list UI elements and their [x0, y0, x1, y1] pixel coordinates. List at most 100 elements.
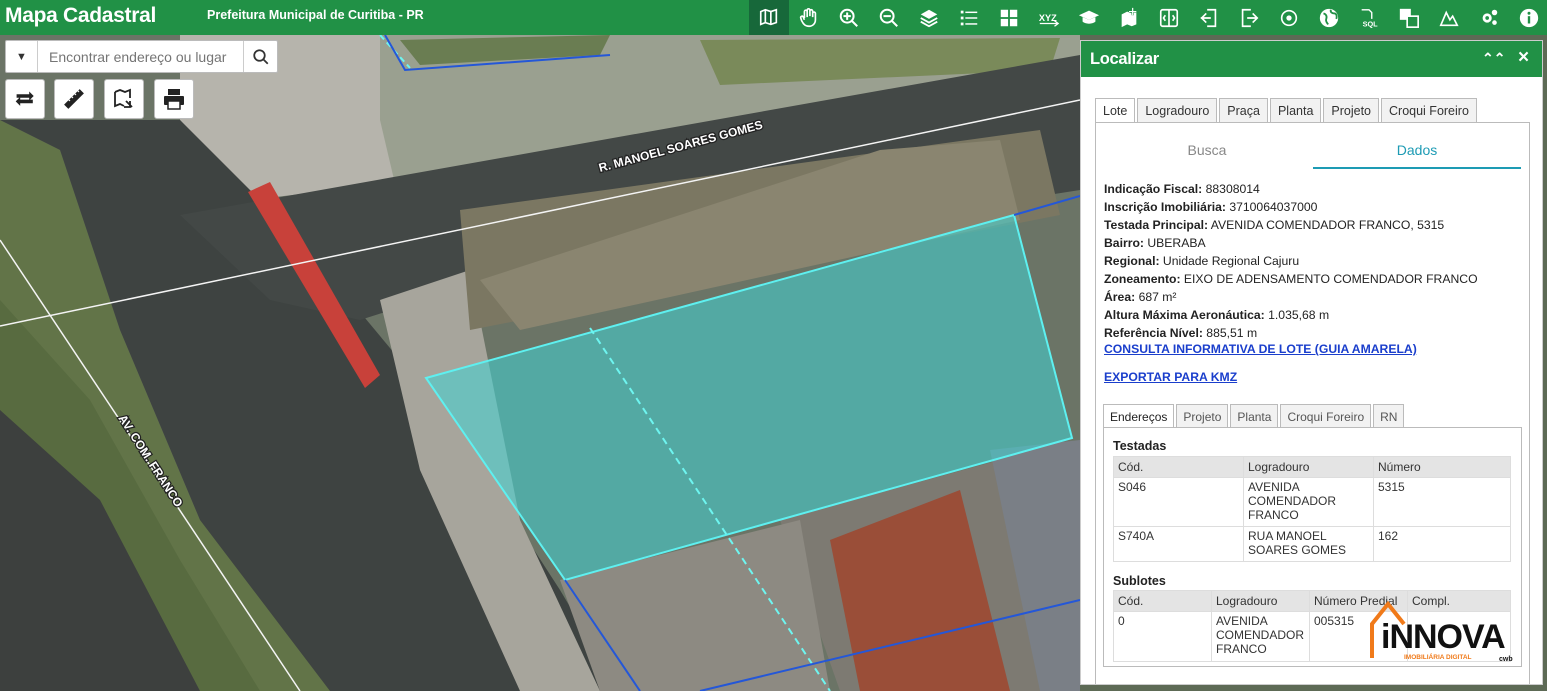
panel-header: Localizar ⌃⌃ × — [1081, 41, 1542, 77]
field-value: 1.035,68 m — [1268, 308, 1330, 322]
draw-button[interactable] — [104, 79, 144, 119]
tab-inner-planta[interactable]: Planta — [1230, 404, 1279, 427]
column-header: Cód. — [1113, 590, 1212, 612]
zoom-out-icon[interactable] — [869, 0, 909, 35]
table-cell: 0 — [1113, 611, 1212, 662]
logo-brand: iNNOVA — [1381, 618, 1505, 656]
field-value: AVENIDA COMENDADOR FRANCO, 5315 — [1210, 218, 1445, 232]
tab-enderecos[interactable]: Endereços — [1103, 404, 1175, 427]
close-icon[interactable]: × — [1518, 47, 1529, 69]
field-row: Referência Nível: 885,51 m — [1104, 324, 1478, 342]
innova-logo: iNNOVA IMOBILIÁRIA DIGITAL cwb — [1370, 600, 1513, 663]
field-value: 687 m² — [1138, 290, 1177, 304]
subtab-busca[interactable]: Busca — [1103, 130, 1311, 169]
search-icon — [252, 48, 268, 64]
search-dropdown-button[interactable]: ▼ — [6, 41, 38, 72]
field-row: Bairro: UBERABA — [1104, 234, 1478, 252]
measure-area-icon[interactable] — [1429, 0, 1469, 35]
search-input[interactable] — [38, 42, 243, 71]
compare-icon[interactable] — [1389, 0, 1429, 35]
field-value: 885,51 m — [1206, 326, 1258, 340]
field-row: Inscrição Imobiliária: 3710064037000 — [1104, 198, 1478, 216]
tab-rn[interactable]: RN — [1373, 404, 1405, 427]
export-kmz-link[interactable]: EXPORTAR PARA KMZ — [1104, 370, 1237, 384]
tab-praca[interactable]: Praça — [1219, 98, 1268, 122]
print-icon — [164, 89, 184, 110]
field-value: Unidade Regional Cajuru — [1162, 254, 1300, 268]
aerial-map[interactable]: R. MANOEL SOARES GOMES AV. COM. FRANCO — [0, 35, 1080, 691]
add-layer-icon[interactable] — [1109, 0, 1149, 35]
table-row[interactable]: S740A RUA MANOEL SOARES GOMES 162 — [1113, 526, 1511, 562]
split-view-icon[interactable] — [1149, 0, 1189, 35]
info-icon[interactable] — [1509, 0, 1547, 35]
field-row: Área: 687 m² — [1104, 288, 1478, 306]
main-toolbar: XYZ SQL — [749, 0, 1547, 35]
column-header: Logradouro — [1211, 590, 1310, 612]
table-cell: S046 — [1113, 477, 1244, 527]
legend-list-icon[interactable] — [949, 0, 989, 35]
xyz-icon[interactable]: XYZ — [1029, 0, 1069, 35]
field-label: Bairro: — [1104, 236, 1144, 250]
grid-icon[interactable] — [989, 0, 1029, 35]
import-icon[interactable] — [1189, 0, 1229, 35]
ruler-button[interactable] — [54, 79, 94, 119]
field-row: Regional: Unidade Regional Cajuru — [1104, 252, 1478, 270]
tab-croqui-foreiro[interactable]: Croqui Foreiro — [1381, 98, 1477, 122]
tab-logradouro[interactable]: Logradouro — [1137, 98, 1218, 122]
table-header-row: Cód. Logradouro Número — [1113, 456, 1511, 478]
field-value: EIXO DE ADENSAMENTO COMENDADOR FRANCO — [1183, 272, 1478, 286]
tab-projeto[interactable]: Projeto — [1323, 98, 1380, 122]
caret-down-icon: ▼ — [16, 50, 27, 63]
sql-icon[interactable]: SQL — [1349, 0, 1389, 35]
field-row: Testada Principal: AVENIDA COMENDADOR FR… — [1104, 216, 1478, 234]
search-box: ▼ — [5, 40, 278, 73]
info-map-icon[interactable] — [749, 0, 789, 35]
pan-icon[interactable] — [789, 0, 829, 35]
globe-icon[interactable] — [1309, 0, 1349, 35]
localizar-panel: Localizar ⌃⌃ × Lote Logradouro Praça Pla… — [1080, 40, 1543, 685]
print-button[interactable] — [154, 79, 194, 119]
table-row[interactable]: S046 AVENIDA COMENDADOR FRANCO 5315 — [1113, 477, 1511, 527]
zoom-in-icon[interactable] — [829, 0, 869, 35]
locate-icon[interactable] — [1269, 0, 1309, 35]
table-cell: AVENIDA COMENDADOR FRANCO — [1243, 477, 1374, 527]
table-cell: AVENIDA COMENDADOR FRANCO — [1211, 611, 1310, 662]
app-title: Mapa Cadastral — [5, 4, 157, 27]
column-header: Cód. — [1113, 456, 1244, 478]
field-label: Área: — [1104, 290, 1136, 304]
table-cell: 5315 — [1373, 477, 1511, 527]
field-label: Testada Principal: — [1104, 218, 1209, 232]
field-label: Regional: — [1104, 254, 1160, 268]
table-cell: 162 — [1373, 526, 1511, 562]
app-subtitle: Prefeitura Municipal de Curitiba - PR — [207, 8, 424, 22]
swap-button[interactable] — [5, 79, 45, 119]
table-cell: RUA MANOEL SOARES GOMES — [1243, 526, 1374, 562]
subtab-dados[interactable]: Dados — [1313, 130, 1521, 169]
tab-inner-croqui-foreiro[interactable]: Croqui Foreiro — [1280, 404, 1372, 427]
settings-icon[interactable] — [1469, 0, 1509, 35]
tab-lote[interactable]: Lote — [1095, 98, 1136, 123]
tab-inner-projeto[interactable]: Projeto — [1176, 404, 1229, 427]
draw-icon — [114, 88, 133, 108]
field-row: Indicação Fiscal: 88308014 — [1104, 180, 1478, 198]
consulta-informativa-link[interactable]: CONSULTA INFORMATIVA DE LOTE (GUIA AMARE… — [1104, 342, 1417, 356]
education-icon[interactable] — [1069, 0, 1109, 35]
tab-planta[interactable]: Planta — [1269, 98, 1322, 122]
ruler-icon — [64, 89, 84, 109]
layers-icon[interactable] — [909, 0, 949, 35]
collapse-icon[interactable]: ⌃⌃ — [1482, 50, 1505, 67]
field-row: Altura Máxima Aeronáutica: 1.035,68 m — [1104, 306, 1478, 324]
field-label: Indicação Fiscal: — [1104, 182, 1203, 196]
export-icon[interactable] — [1229, 0, 1269, 35]
field-label: Inscrição Imobiliária: — [1104, 200, 1226, 214]
testadas-table: Cód. Logradouro Número S046 AVENIDA COME… — [1113, 456, 1511, 562]
map-view[interactable]: R. MANOEL SOARES GOMES AV. COM. FRANCO — [0, 35, 1080, 691]
field-label: Altura Máxima Aeronáutica: — [1104, 308, 1265, 322]
field-value: 88308014 — [1205, 182, 1260, 196]
panel-tabs: Lote Logradouro Praça Planta Projeto Cro… — [1095, 98, 1477, 123]
logo-suffix: cwb — [1499, 656, 1513, 663]
top-bar: Mapa Cadastral Prefeitura Municipal de C… — [0, 0, 1547, 35]
subtabs: Busca Dados — [1103, 130, 1523, 169]
search-button[interactable] — [243, 41, 277, 72]
field-value: UBERABA — [1147, 236, 1206, 250]
